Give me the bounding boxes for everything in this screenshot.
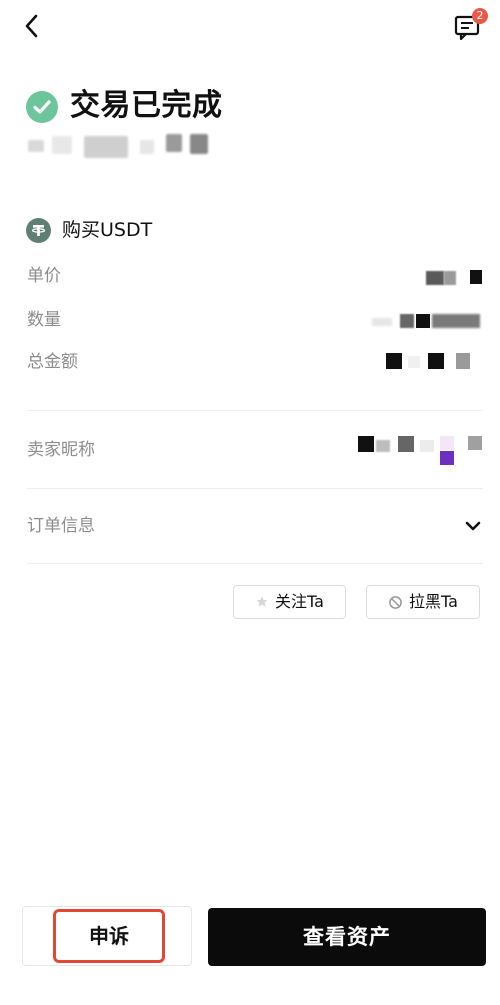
chevron-left-icon (25, 14, 38, 38)
block-label: 拉黑Ta (409, 592, 458, 611)
follow-button[interactable]: 关注Ta (233, 585, 346, 619)
total-amount-label: 总金额 (27, 352, 78, 372)
quantity-label: 数量 (27, 310, 61, 330)
message-badge: 2 (472, 8, 488, 24)
seller-nickname-label: 卖家昵称 (27, 440, 95, 460)
back-button[interactable] (18, 12, 46, 40)
chevron-down-icon[interactable] (462, 515, 484, 537)
messages-button[interactable]: 2 (452, 8, 492, 44)
appeal-button[interactable]: 申诉 (53, 909, 165, 963)
product-title: 购买USDT (62, 219, 153, 241)
page-title: 交易已完成 (70, 88, 223, 123)
block-icon (389, 595, 402, 609)
order-info-toggle[interactable]: 订单信息 (27, 514, 483, 538)
divider (27, 410, 483, 411)
tether-icon (26, 218, 51, 243)
divider (27, 563, 483, 564)
check-circle-icon (26, 91, 58, 123)
follow-label: 关注Ta (275, 592, 324, 611)
block-button[interactable]: 拉黑Ta (366, 585, 480, 619)
order-info-label: 订单信息 (27, 516, 95, 536)
view-assets-button[interactable]: 查看资产 (208, 908, 486, 966)
star-icon (256, 596, 268, 607)
divider (27, 488, 483, 489)
unit-price-label: 单价 (27, 266, 61, 286)
